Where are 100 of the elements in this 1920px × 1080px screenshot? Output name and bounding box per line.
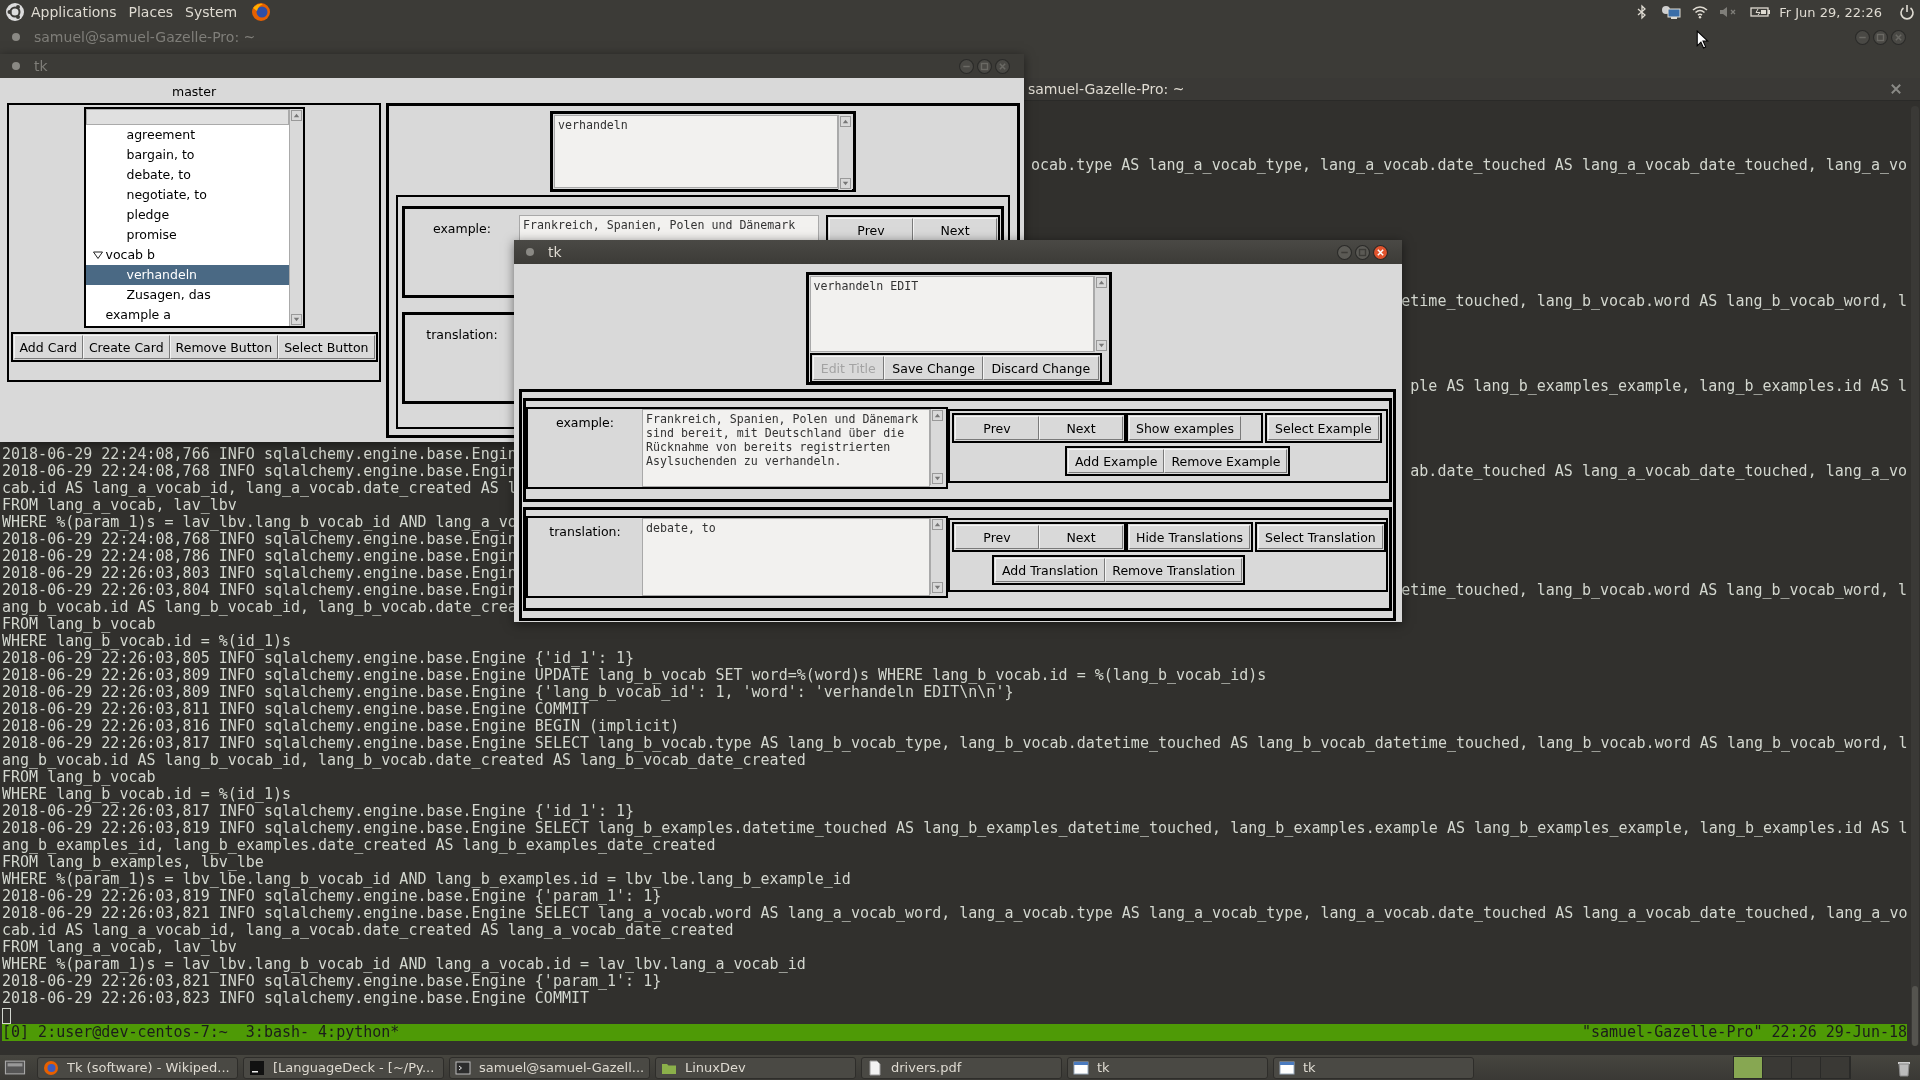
field-label: translation: [425,326,499,342]
terminal-line: FROM lang_b_examples, lbv_lbe [2,854,264,871]
title-button[interactable]: Save Change [884,356,984,380]
tree-item[interactable]: negotiate, to [85,185,289,205]
tree-item[interactable]: pledge [85,205,289,225]
scroll-up-arrow-icon[interactable] [290,110,302,121]
terminal-icon [455,1059,471,1076]
terminal-line: 2018-06-29 22:24:08,768 INFO sqlalchemy.engine.base.Engin [2,531,517,548]
select-button[interactable]: Select Translation [1258,525,1383,549]
scroll-down-arrow-icon[interactable] [1095,340,1107,351]
maximize-button[interactable] [1873,29,1888,45]
taskbar-item[interactable]: LinuxDev [655,1056,856,1079]
window-title: tk [34,58,48,74]
text-field[interactable]: Frankreich, Spanien, Polen und Dänemark sind bereit, mit Deutschland über die Rücknahme von bereits registrierten Asylsuchenden zu verhandeln. [642,409,930,487]
display-icon[interactable] [1660,4,1683,20]
card-button[interactable]: Create Card [82,335,170,359]
nav-button[interactable]: Prev [955,416,1039,440]
text-field[interactable]: debate, to [642,518,930,596]
card-button[interactable]: Remove Button [169,335,279,359]
action-button[interactable]: Add Translation [995,558,1106,582]
scrollbar[interactable] [930,409,944,485]
tab-title: samuel-Gazelle-Pro: ~ [1028,81,1185,97]
card-button[interactable]: Select Button [278,335,375,359]
tree-view[interactable]: agreement bargain, to debate, to negotiate, to pledge promise vocab b verhandeln Zusagen, das example a [83,107,305,328]
action-button[interactable]: Add Example [1068,449,1165,473]
terminal-line: ab.date_touched AS lang_a_vocab_date_touched, lang_a_vo [1410,463,1907,480]
taskbar-item[interactable]: drivers.pdf [861,1056,1062,1079]
taskbar-item[interactable]: [LanguageDeck - [~/Py... [243,1056,444,1079]
logo-icon[interactable] [5,2,25,22]
browser-icon[interactable] [251,2,272,22]
scrollbar[interactable] [930,518,944,594]
word-field[interactable]: verhandeln EDIT [809,276,1094,352]
toggle-button[interactable]: Show examples [1129,416,1242,440]
expand-triangle-icon[interactable] [91,249,104,261]
select-button[interactable]: Select Example [1268,416,1379,440]
close-icon[interactable] [1890,83,1902,95]
taskbar-item[interactable]: Tk (software) - Wikiped... [37,1056,238,1079]
power-icon[interactable] [1899,4,1915,20]
tree-item[interactable]: vocab b [85,245,289,265]
terminal-tab[interactable]: samuel-Gazelle-Pro: ~ [1026,78,1920,100]
minimize-button[interactable] [1855,29,1870,45]
word-field[interactable]: verhandeln [554,115,838,188]
terminal-line: ang_b_vocab.id AS lang_b_vocab_id, lang_b_vocab.date_crea [2,599,517,616]
show-desktop-icon[interactable] [4,1059,26,1076]
terminal-line: 2018-06-29 22:26:03,821 INFO sqlalchemy.engine.base.Engine {'param_1': 1} [2,973,662,990]
tree-item[interactable]: example a [85,305,289,325]
action-button[interactable]: Remove Translation [1105,558,1243,582]
scroll-down-arrow-icon[interactable] [290,314,302,325]
window-menu-icon[interactable] [526,248,534,256]
taskbar-item[interactable]: tk [1067,1056,1268,1079]
nav-button[interactable]: Next [1039,416,1123,440]
maximize-button[interactable] [977,58,992,74]
scrollbar[interactable] [838,115,852,190]
minimize-button[interactable] [959,58,974,74]
scrollbar[interactable] [1911,106,1919,1046]
scroll-up-arrow-icon[interactable] [932,519,943,530]
nav-button[interactable]: Prev [955,525,1039,549]
window-icon [1279,1059,1295,1076]
frame-label: master [170,83,218,101]
clock[interactable]: Fr Jun 29, 22:26 [1779,4,1882,20]
window-menu-icon[interactable] [12,33,20,41]
window-title: tk [548,244,562,260]
workspace[interactable] [1734,1057,1763,1078]
nav-button[interactable]: Next [913,218,997,242]
scroll-down-arrow-icon[interactable] [932,582,943,593]
minimize-button[interactable] [1337,244,1352,260]
nav-button[interactable]: Prev [829,218,913,242]
terminal-line: 2018-06-29 22:26:03,804 INFO sqlalchemy.engine.base.Engin [2,582,517,599]
text-cursor [2,1008,11,1024]
panel-menu[interactable]: Places [128,4,174,20]
nav-button[interactable]: Next [1039,525,1123,549]
tree-item[interactable]: debate, to [85,165,289,185]
taskbar-item[interactable]: tk [1273,1056,1474,1079]
close-button[interactable] [1373,244,1388,260]
action-button[interactable]: Remove Example [1164,449,1288,473]
scroll-up-arrow-icon[interactable] [840,116,851,127]
tree-item[interactable]: Zusagen, das [85,285,289,305]
terminal-line: 2018-06-29 22:24:08,766 INFO sqlalchemy.engine.base.Engin [2,446,517,463]
terminal-line: ang_b_examples_id, lang_b_examples.date_created AS lang_b_examples_date_created [2,837,716,854]
panel-menu[interactable]: System [185,4,238,20]
terminal-line: FROM lang_a_vocab, lav_lbv [2,939,237,956]
wifi-icon[interactable] [1692,4,1709,20]
battery-icon[interactable] [1750,4,1773,20]
scroll-down-arrow-icon[interactable] [840,178,851,189]
scroll-up-arrow-icon[interactable] [1095,277,1107,288]
tree-item[interactable]: promise [85,225,289,245]
tree-item[interactable]: verhandeln [85,265,289,285]
tree-item[interactable]: bargain, to [85,145,289,165]
taskbar-label: [LanguageDeck - [~/Py... [273,1060,435,1075]
taskbar-item[interactable]: samuel@samuel-Gazell... [449,1056,650,1079]
title-button[interactable]: Discard Change [983,356,1099,380]
toggle-button[interactable]: Hide Translations [1129,525,1251,549]
panel-menu[interactable]: Applications [31,4,117,20]
window-menu-icon[interactable] [12,62,20,70]
card-button[interactable]: Add Card [13,335,83,359]
taskbar-label: drivers.pdf [891,1060,962,1075]
tree-item[interactable]: agreement [85,125,289,145]
scrollbar[interactable] [288,109,303,326]
scroll-up-arrow-icon[interactable] [932,410,943,421]
scroll-down-arrow-icon[interactable] [932,473,943,484]
